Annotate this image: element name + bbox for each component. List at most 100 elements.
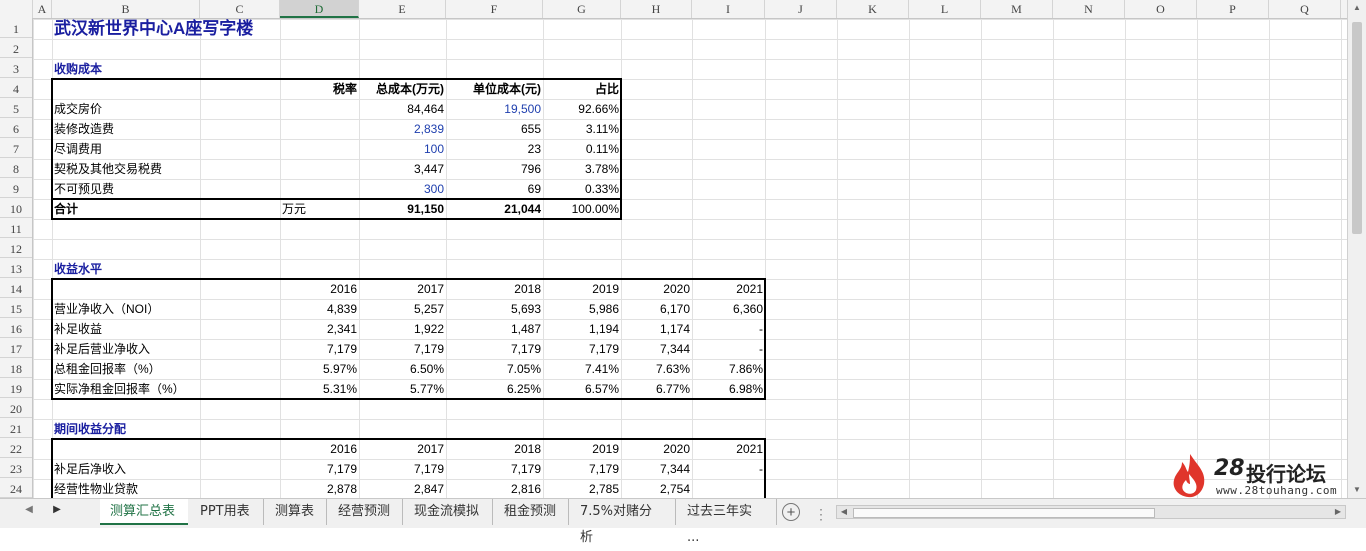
income-value[interactable]: 6.50% — [359, 359, 446, 379]
income-value[interactable]: 5.97% — [280, 359, 359, 379]
acq-percentage[interactable]: 3.78% — [543, 159, 621, 179]
acq-total-cost[interactable]: 100 — [359, 139, 446, 159]
income-value[interactable]: 5,693 — [446, 299, 543, 319]
sheet-tab-2[interactable]: PPT用表 — [190, 499, 264, 525]
vertical-scroll-thumb[interactable] — [1352, 22, 1362, 234]
row-header-6[interactable]: 6 — [0, 118, 32, 138]
column-header-o[interactable]: O — [1125, 0, 1197, 18]
column-header-j[interactable]: J — [765, 0, 837, 18]
column-header-p[interactable]: P — [1197, 0, 1269, 18]
dist-value[interactable]: 7,179 — [359, 459, 446, 479]
section-income-level[interactable]: 收益水平 — [52, 259, 280, 279]
horizontal-scroll-thumb[interactable] — [853, 508, 1155, 518]
row-header-9[interactable]: 9 — [0, 178, 32, 198]
income-value[interactable]: 7.63% — [621, 359, 692, 379]
acq-unit-cost[interactable]: 69 — [446, 179, 543, 199]
header-unit-cost[interactable]: 单位成本(元) — [446, 79, 543, 99]
spreadsheet-area[interactable]: ABCDEFGHIJKLMNOPQ 1 2 3 4 5 6 7 8 9 10 11 12 13 14 15 1… — [0, 0, 1348, 498]
row-header-20[interactable]: 20 — [0, 398, 32, 418]
dist-value[interactable]: 2,847 — [359, 479, 446, 498]
income-value[interactable]: - — [692, 319, 765, 339]
acq-percentage[interactable]: 0.33% — [543, 179, 621, 199]
income-row-label[interactable]: 总租金回报率（%） — [52, 359, 280, 379]
income-row-label[interactable]: 补足收益 — [52, 319, 280, 339]
dist-year-header[interactable]: 2018 — [446, 439, 543, 459]
income-value[interactable]: 5.77% — [359, 379, 446, 399]
acq-row-label[interactable]: 装修改造费 — [52, 119, 280, 139]
income-year-header[interactable]: 2016 — [280, 279, 359, 299]
row-header-2[interactable]: 2 — [0, 38, 32, 58]
income-value[interactable]: 6.57% — [543, 379, 621, 399]
column-header-d[interactable]: D — [280, 0, 359, 18]
acq-unit-cost[interactable]: 23 — [446, 139, 543, 159]
row-header-21[interactable]: 21 — [0, 418, 32, 438]
income-value[interactable]: 5,986 — [543, 299, 621, 319]
row-header-17[interactable]: 17 — [0, 338, 32, 358]
dist-year-header[interactable]: 2021 — [692, 439, 765, 459]
scroll-up-icon[interactable]: ▲ — [1348, 0, 1366, 16]
column-headers[interactable]: ABCDEFGHIJKLMNOPQ — [0, 0, 1348, 19]
income-value[interactable]: 2,341 — [280, 319, 359, 339]
income-value[interactable]: 5,257 — [359, 299, 446, 319]
row-header-24[interactable]: 24 — [0, 478, 32, 498]
income-row-label[interactable]: 营业净收入（NOI） — [52, 299, 280, 319]
scroll-left-icon[interactable]: ◀ — [837, 506, 851, 518]
sheet-tab-8[interactable]: 过去三年实 ... — [677, 499, 777, 545]
dist-value[interactable]: 7,179 — [280, 459, 359, 479]
row-header-8[interactable]: 8 — [0, 158, 32, 178]
income-row-label[interactable]: 补足后营业净收入 — [52, 339, 280, 359]
acq-percentage[interactable]: 3.11% — [543, 119, 621, 139]
acq-unit-cost[interactable]: 655 — [446, 119, 543, 139]
acq-row-label[interactable]: 成交房价 — [52, 99, 280, 119]
row-header-3[interactable]: 3 — [0, 58, 32, 78]
column-header-i[interactable]: I — [692, 0, 765, 18]
dist-row-label[interactable]: 经营性物业贷款 — [52, 479, 280, 498]
acq-percentage-sum[interactable]: 100.00% — [543, 199, 621, 219]
income-value[interactable]: 7,179 — [280, 339, 359, 359]
dist-value[interactable]: 7,179 — [446, 459, 543, 479]
column-header-m[interactable]: M — [981, 0, 1053, 18]
income-year-header[interactable]: 2018 — [446, 279, 543, 299]
row-header-12[interactable]: 12 — [0, 238, 32, 258]
income-value[interactable]: 6.25% — [446, 379, 543, 399]
row-header-4[interactable]: 4 — [0, 78, 32, 98]
dist-value[interactable]: 2,816 — [446, 479, 543, 498]
dist-value[interactable]: 2,754 — [621, 479, 692, 498]
income-value[interactable]: 6.98% — [692, 379, 765, 399]
row-header-14[interactable]: 14 — [0, 278, 32, 298]
acq-row-label[interactable]: 不可预见费 — [52, 179, 280, 199]
dist-value[interactable]: 7,344 — [621, 459, 692, 479]
acq-row-label[interactable]: 尽调费用 — [52, 139, 280, 159]
income-value[interactable]: 1,487 — [446, 319, 543, 339]
income-value[interactable]: 6,170 — [621, 299, 692, 319]
sheet-tab-7[interactable]: 7.5%对赌分析 — [570, 499, 676, 545]
acq-percentage[interactable]: 0.11% — [543, 139, 621, 159]
row-header-10[interactable]: 10 — [0, 198, 32, 218]
vertical-scrollbar[interactable]: ▲ ▼ — [1347, 0, 1366, 498]
income-row-label[interactable]: 实际净租金回报率（%） — [52, 379, 280, 399]
row-header-23[interactable]: 23 — [0, 458, 32, 478]
row-header-11[interactable]: 11 — [0, 218, 32, 238]
column-header-g[interactable]: G — [543, 0, 621, 18]
horizontal-scrollbar[interactable]: ◀ ▶ — [836, 505, 1346, 519]
column-header-f[interactable]: F — [446, 0, 543, 18]
scroll-right-icon[interactable]: ▶ — [1331, 506, 1345, 518]
income-value[interactable]: 7,179 — [359, 339, 446, 359]
row-header-7[interactable]: 7 — [0, 138, 32, 158]
add-sheet-icon[interactable]: + — [782, 503, 800, 521]
dist-year-header[interactable]: 2017 — [359, 439, 446, 459]
header-tax-rate[interactable]: 税率 — [280, 79, 359, 99]
acq-total-cost-sum[interactable]: 91,150 — [359, 199, 446, 219]
acq-unit-cost-sum[interactable]: 21,044 — [446, 199, 543, 219]
income-value[interactable]: 7.86% — [692, 359, 765, 379]
sheet-tab-6[interactable]: 租金预测 — [494, 499, 569, 525]
row-header-16[interactable]: 16 — [0, 318, 32, 338]
sheet-tab-3[interactable]: 测算表 — [265, 499, 327, 525]
acq-total-unit[interactable]: 万元 — [280, 199, 359, 219]
column-header-e[interactable]: E — [359, 0, 446, 18]
income-year-header[interactable]: 2021 — [692, 279, 765, 299]
select-all-corner[interactable] — [0, 0, 33, 18]
sheet-tab-4[interactable]: 经营预测 — [328, 499, 403, 525]
acq-total-label[interactable]: 合计 — [52, 199, 280, 219]
income-value[interactable]: 1,922 — [359, 319, 446, 339]
